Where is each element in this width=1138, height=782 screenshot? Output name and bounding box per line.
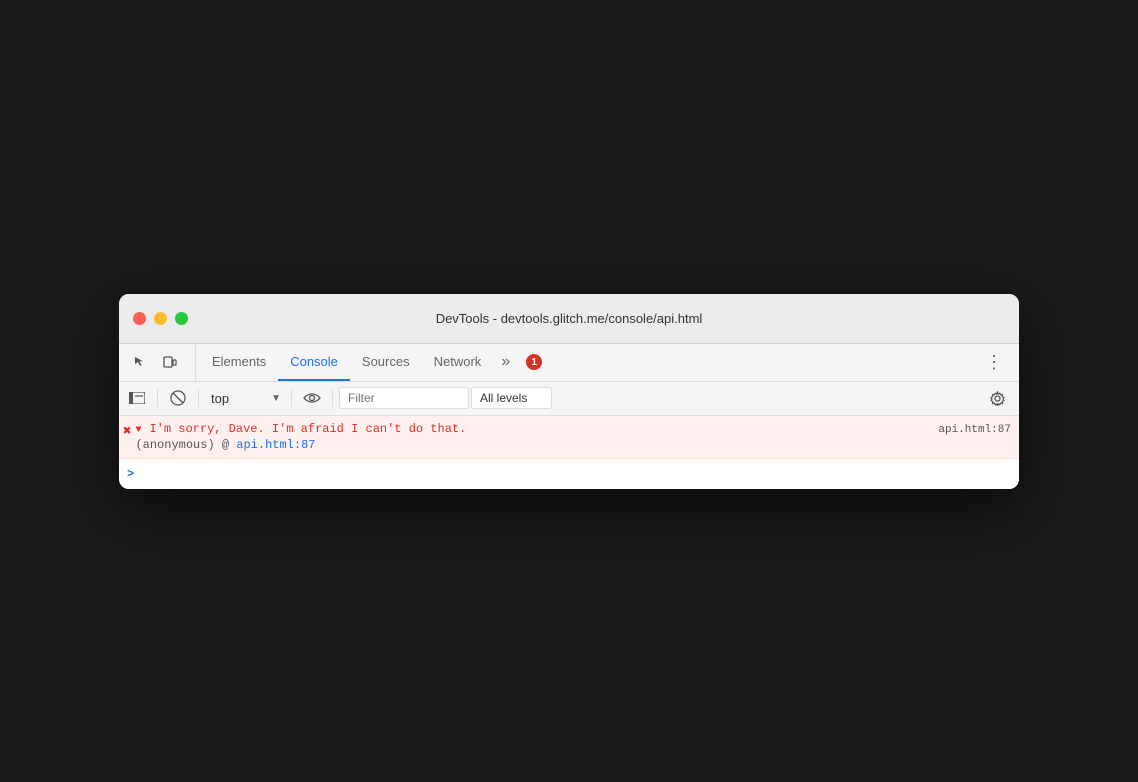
toolbar-divider-1 <box>157 389 158 407</box>
minimize-button[interactable] <box>154 312 167 325</box>
sidebar-toggle-button[interactable] <box>123 385 151 411</box>
error-message-row: ✖ ▼ I'm sorry, Dave. I'm afraid I can't … <box>119 416 1019 459</box>
log-level-selector[interactable]: All levels Verbose Info Warnings Errors <box>471 387 552 409</box>
context-select-input[interactable]: top <box>205 389 285 408</box>
tab-elements[interactable]: Elements <box>200 344 278 381</box>
error-source-location[interactable]: api.html:87 <box>938 424 1011 436</box>
error-stack-prefix: (anonymous) @ <box>135 438 229 452</box>
error-content: ▼ I'm sorry, Dave. I'm afraid I can't do… <box>135 422 1011 452</box>
error-stack-trace: (anonymous) @ api.html:87 <box>135 438 1011 452</box>
toolbar-divider-4 <box>332 389 333 407</box>
window-title: DevTools - devtools.glitch.me/console/ap… <box>436 311 703 326</box>
device-toolbar-button[interactable] <box>157 349 183 375</box>
error-count: 1 <box>526 354 542 370</box>
live-expressions-button[interactable] <box>298 385 326 411</box>
tab-network[interactable]: Network <box>422 344 494 381</box>
error-message-text: I'm sorry, Dave. I'm afraid I can't do t… <box>149 422 930 436</box>
error-stack-link[interactable]: api.html:87 <box>236 438 315 452</box>
maximize-button[interactable] <box>175 312 188 325</box>
tab-console[interactable]: Console <box>278 344 350 381</box>
error-line1: ▼ I'm sorry, Dave. I'm afraid I can't do… <box>135 422 1011 436</box>
inspect-element-button[interactable] <box>127 349 153 375</box>
toolbar-divider-3 <box>291 389 292 407</box>
filter-input[interactable] <box>339 387 469 409</box>
tab-icon-group <box>127 344 196 381</box>
console-output: ✖ ▼ I'm sorry, Dave. I'm afraid I can't … <box>119 416 1019 489</box>
context-selector[interactable]: top ▼ <box>205 389 285 408</box>
close-button[interactable] <box>133 312 146 325</box>
tabs-bar: Elements Console Sources Network » 1 ⋮ <box>119 344 1019 382</box>
more-tabs-button[interactable]: » <box>493 344 518 381</box>
error-expand-triangle[interactable]: ▼ <box>135 425 141 436</box>
devtools-window: DevTools - devtools.glitch.me/console/ap… <box>119 294 1019 489</box>
log-level-select-input[interactable]: All levels Verbose Info Warnings Errors <box>471 387 552 409</box>
console-input-row: > <box>119 459 1019 489</box>
devtools-settings-button[interactable]: ⋮ <box>977 344 1011 381</box>
console-toolbar: top ▼ All levels Verbose Info Warnings E… <box>119 382 1019 416</box>
title-bar: DevTools - devtools.glitch.me/console/ap… <box>119 294 1019 344</box>
console-repl-input[interactable] <box>140 467 1011 481</box>
prompt-arrow: > <box>127 467 134 481</box>
error-icon: ✖ <box>123 423 131 440</box>
clear-console-button[interactable] <box>164 385 192 411</box>
tab-sources[interactable]: Sources <box>350 344 422 381</box>
window-controls <box>133 312 188 325</box>
console-settings-button[interactable] <box>983 385 1011 411</box>
toolbar-divider-2 <box>198 389 199 407</box>
error-badge[interactable]: 1 <box>518 344 550 381</box>
